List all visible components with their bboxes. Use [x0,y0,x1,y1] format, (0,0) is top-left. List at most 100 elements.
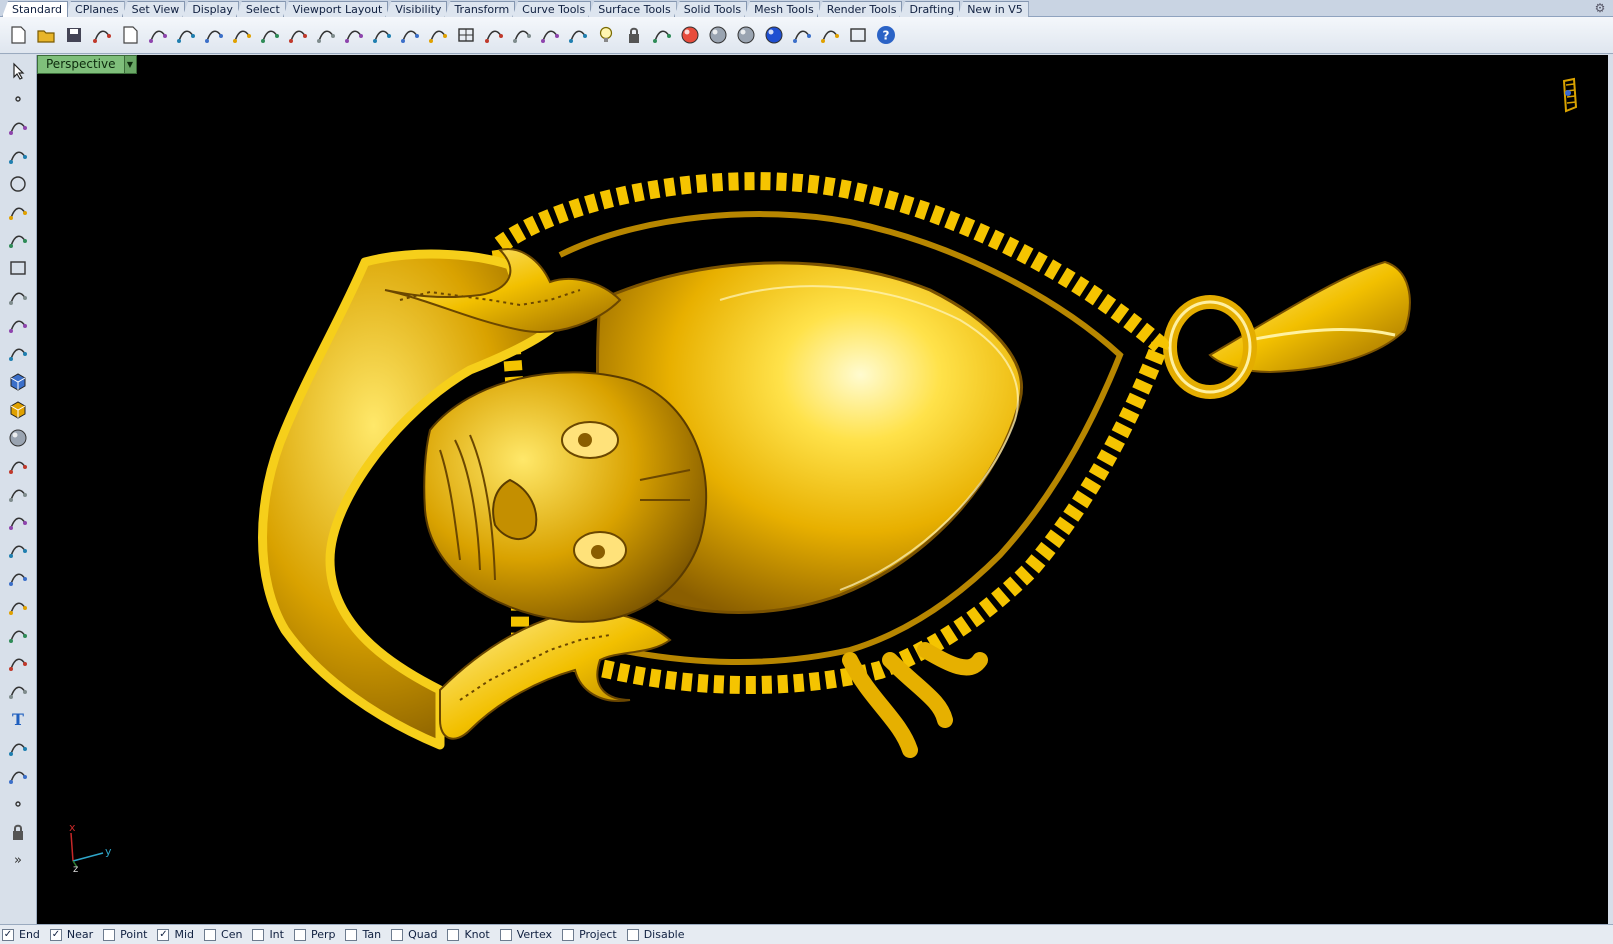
dimension-icon[interactable] [3,734,33,762]
new-file-icon[interactable] [4,21,32,49]
surface-icon[interactable] [3,339,33,367]
boolean-union-icon[interactable] [3,593,33,621]
lock-icon[interactable] [620,21,648,49]
car-render-icon[interactable] [480,21,508,49]
osnap-checkbox[interactable] [391,928,404,941]
object-snap-icon[interactable] [564,21,592,49]
osnap-point[interactable]: Point [103,928,147,941]
tab-set-view[interactable]: Set View [121,1,186,17]
tab-visibility[interactable]: Visibility [385,1,448,17]
zoom-extents-icon[interactable] [368,21,396,49]
ellipse-icon[interactable] [3,283,33,311]
osnap-checkbox[interactable] [293,928,306,941]
osnap-checkbox[interactable] [204,928,217,941]
open-file-icon[interactable] [32,21,60,49]
extrude-icon[interactable] [3,367,33,395]
osnap-int[interactable]: Int [252,928,284,941]
pan-hand-icon[interactable] [256,21,284,49]
expand-icon[interactable]: » [3,846,33,874]
osnap-disable[interactable]: Disable [626,928,685,941]
tab-viewport-layout[interactable]: Viewport Layout [282,1,389,17]
light-bulb-icon[interactable] [592,21,620,49]
osnap-cen[interactable]: Cen [204,928,242,941]
tab-select[interactable]: Select [235,1,286,17]
edit-points-icon[interactable] [3,790,33,818]
shaded-sphere-icon[interactable] [704,21,732,49]
osnap-tan[interactable]: Tan [345,928,381,941]
block-icon[interactable] [3,818,33,846]
import-icon[interactable] [116,21,144,49]
array-icon[interactable] [3,621,33,649]
gear-options-icon[interactable] [816,21,844,49]
zoom-selected-icon[interactable] [396,21,424,49]
blend-icon[interactable] [3,677,33,705]
osnap-checkbox[interactable] [562,928,575,941]
curve-icon[interactable] [3,142,33,170]
rotate-view-icon[interactable] [284,21,312,49]
tab-display[interactable]: Display [182,1,239,17]
fillet-curve-icon[interactable] [3,311,33,339]
mesh-icon[interactable] [3,480,33,508]
tab-solid-tools[interactable]: Solid Tools [673,1,748,17]
cut-icon[interactable] [144,21,172,49]
box-solid-icon[interactable] [3,395,33,423]
osnap-near[interactable]: ✓ Near [49,928,93,941]
print-icon[interactable] [88,21,116,49]
circle-icon[interactable] [3,170,33,198]
group-icon[interactable] [3,762,33,790]
osnap-checkbox[interactable] [103,928,116,941]
osnap-checkbox[interactable] [345,928,358,941]
tab-drafting[interactable]: Drafting [899,1,961,17]
gear-icon[interactable]: ⚙ [1593,1,1607,15]
cylinder-solid-icon[interactable] [3,452,33,480]
paint-brush-icon[interactable] [788,21,816,49]
perspective-viewport[interactable]: Perspective ▼ x y z [37,55,1608,924]
four-viewports-icon[interactable] [452,21,480,49]
viewport-title-tab[interactable]: Perspective ▼ [37,55,137,74]
tab-transform[interactable]: Transform [444,1,516,17]
osnap-checkbox[interactable]: ✓ [2,928,14,941]
osnap-end[interactable]: ✓ End [2,928,40,941]
point-icon[interactable] [3,85,33,113]
osnap-checkbox[interactable]: ✓ [49,928,62,941]
save-icon[interactable] [60,21,88,49]
layer-icon[interactable] [648,21,676,49]
help-icon[interactable]: ? [872,21,900,49]
hide-icon[interactable] [508,21,536,49]
trim-icon[interactable] [3,536,33,564]
polyline-icon[interactable] [3,113,33,141]
navigation-widget-icon[interactable] [1556,75,1582,115]
zoom-window-icon[interactable] [340,21,368,49]
color-wheel-icon[interactable] [676,21,704,49]
viewport-title[interactable]: Perspective [38,56,124,73]
osnap-project[interactable]: Project [562,928,617,941]
tab-surface-tools[interactable]: Surface Tools [588,1,677,17]
text-icon[interactable]: T [3,705,33,733]
osnap-checkbox[interactable]: ✓ [157,928,170,941]
copy-icon[interactable] [172,21,200,49]
osnap-mid[interactable]: ✓ Mid [157,928,194,941]
grid-snap-icon[interactable] [844,21,872,49]
blue-sphere-icon[interactable] [760,21,788,49]
split-icon[interactable] [3,564,33,592]
rectangle-icon[interactable] [3,254,33,282]
undo-icon[interactable] [228,21,256,49]
rebuild-icon[interactable] [3,649,33,677]
sphere-solid-icon[interactable] [3,423,33,451]
osnap-quad[interactable]: Quad [391,928,437,941]
polygon-icon[interactable] [3,226,33,254]
chevron-down-icon[interactable]: ▼ [123,56,136,73]
osnap-knot[interactable]: Knot [447,928,490,941]
osnap-checkbox[interactable] [499,928,512,941]
paste-icon[interactable] [200,21,228,49]
osnap-checkbox[interactable] [447,928,460,941]
arc-icon[interactable] [3,198,33,226]
osnap-checkbox[interactable] [626,928,639,941]
show-icon[interactable] [536,21,564,49]
tab-new-in-v5[interactable]: New in V5 [957,1,1029,17]
rotate-icon[interactable] [424,21,452,49]
osnap-vertex[interactable]: Vertex [499,928,552,941]
tab-render-tools[interactable]: Render Tools [816,1,903,17]
select-arrow-icon[interactable] [3,57,33,85]
tab-standard[interactable]: Standard [2,1,69,17]
